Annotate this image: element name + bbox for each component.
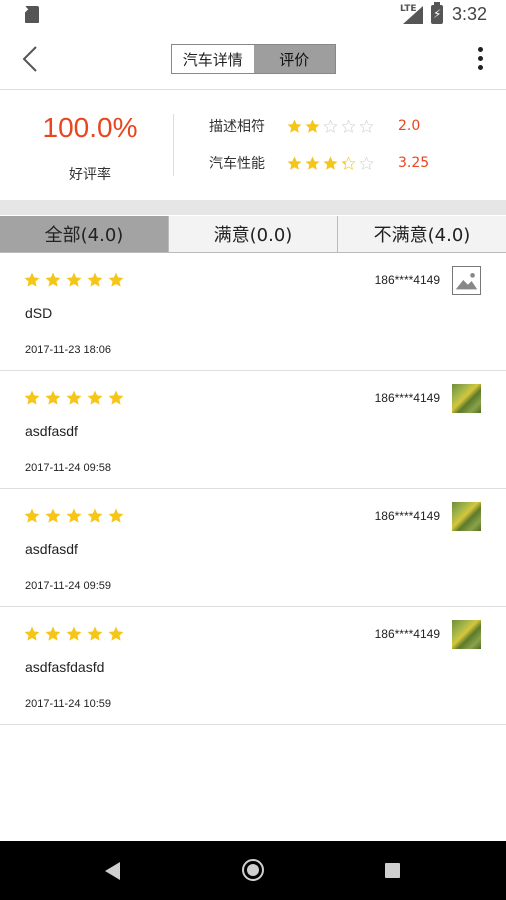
star-icon [87, 508, 103, 523]
review-item[interactable]: 186****4149 dSD 2017-11-23 18:06 [0, 253, 506, 371]
star-icon [24, 508, 40, 523]
star-icon [108, 390, 124, 405]
section-spacer [0, 200, 506, 215]
star-icon [24, 390, 40, 405]
star-icon [108, 508, 124, 523]
review-time: 2017-11-23 18:06 [25, 344, 112, 356]
star-icon [323, 118, 338, 133]
filter-tabs: 全部(4.0) 满意(0.0) 不满意(4.0) [0, 216, 506, 253]
review-item[interactable]: 186****4149 asdfasdf 2017-11-24 09:59 [0, 489, 506, 607]
tab-car-details[interactable]: 汽车详情 [172, 45, 254, 73]
star-icon [45, 508, 61, 523]
metric-stars [287, 118, 387, 134]
status-bar: LTE ⚡ 3:32 [0, 0, 506, 30]
review-item[interactable]: 186****4149 asdfasdf 2017-11-24 09:58 [0, 371, 506, 489]
review-text: asdfasdf [25, 423, 78, 439]
star-icon [305, 155, 320, 170]
app-header: 汽车详情 评价 [0, 30, 506, 90]
star-icon [66, 390, 82, 405]
star-icon [359, 155, 374, 170]
network-type: LTE [400, 4, 417, 14]
rating-summary: 100.0% 好评率 描述相符 2.0 汽车性能 3.25 [0, 90, 506, 200]
review-text: asdfasdf [25, 541, 78, 557]
review-stars [24, 390, 124, 406]
review-list: 186****4149 dSD 2017-11-23 18:06 186****… [0, 253, 506, 725]
header-tab-switcher: 汽车详情 评价 [171, 44, 336, 74]
review-photo-thumbnail[interactable] [452, 384, 481, 413]
star-icon [305, 118, 320, 133]
star-icon [45, 390, 61, 405]
star-icon [45, 626, 61, 641]
review-item[interactable]: 186****4149 asdfasfdasfd 2017-11-24 10:5… [0, 607, 506, 725]
star-icon [45, 272, 61, 287]
star-icon [359, 118, 374, 133]
star-icon [87, 390, 103, 405]
battery-charging-icon: ⚡ [431, 2, 443, 24]
home-circle-icon[interactable] [242, 859, 264, 881]
review-stars [24, 508, 124, 524]
metric-car-performance: 汽车性能 3.25 [209, 152, 429, 174]
metric-stars [287, 155, 387, 171]
review-time: 2017-11-24 09:58 [25, 462, 112, 474]
star-icon [323, 155, 338, 170]
metric-label: 汽车性能 [209, 156, 265, 172]
review-time: 2017-11-24 10:59 [25, 698, 112, 710]
star-icon [108, 272, 124, 287]
good-rate-value: 100.0% [42, 112, 138, 143]
star-icon [87, 272, 103, 287]
metric-value: 2.0 [398, 118, 421, 134]
star-icon [287, 118, 302, 133]
status-time: 3:32 [452, 4, 488, 24]
star-icon [66, 272, 82, 287]
review-text: asdfasfdasfd [25, 659, 105, 675]
review-text: dSD [25, 305, 53, 321]
tab-reviews[interactable]: 评价 [253, 45, 335, 73]
review-user: 186****4149 [374, 627, 440, 641]
star-icon [108, 626, 124, 641]
image-placeholder-icon[interactable] [452, 266, 481, 295]
star-icon [24, 272, 40, 287]
review-stars [24, 626, 124, 642]
review-time: 2017-11-24 09:59 [25, 580, 112, 592]
star-icon [287, 155, 302, 170]
sd-card-icon [25, 6, 39, 23]
review-photo-thumbnail[interactable] [452, 502, 481, 531]
star-icon [341, 155, 356, 170]
more-vertical-icon[interactable] [470, 47, 490, 73]
review-user: 186****4149 [374, 509, 440, 523]
divider [173, 114, 174, 176]
review-stars [24, 272, 124, 288]
recents-square-icon[interactable] [385, 863, 400, 878]
review-user: 186****4149 [374, 391, 440, 405]
metric-value: 3.25 [398, 155, 430, 171]
good-rate-label: 好评率 [69, 167, 111, 183]
star-icon [66, 508, 82, 523]
chevron-left-icon[interactable] [16, 44, 46, 74]
star-icon [87, 626, 103, 641]
back-triangle-icon[interactable] [105, 862, 120, 880]
star-icon [24, 626, 40, 641]
review-user: 186****4149 [374, 273, 440, 287]
tab-satisfied[interactable]: 满意(0.0) [169, 216, 338, 252]
tab-unsatisfied[interactable]: 不满意(4.0) [338, 216, 506, 252]
system-nav-bar [0, 841, 506, 900]
metric-description-match: 描述相符 2.0 [209, 115, 420, 137]
tab-all[interactable]: 全部(4.0) [0, 216, 169, 252]
star-icon [341, 118, 356, 133]
star-icon [66, 626, 82, 641]
metric-label: 描述相符 [209, 119, 265, 135]
review-photo-thumbnail[interactable] [452, 620, 481, 649]
